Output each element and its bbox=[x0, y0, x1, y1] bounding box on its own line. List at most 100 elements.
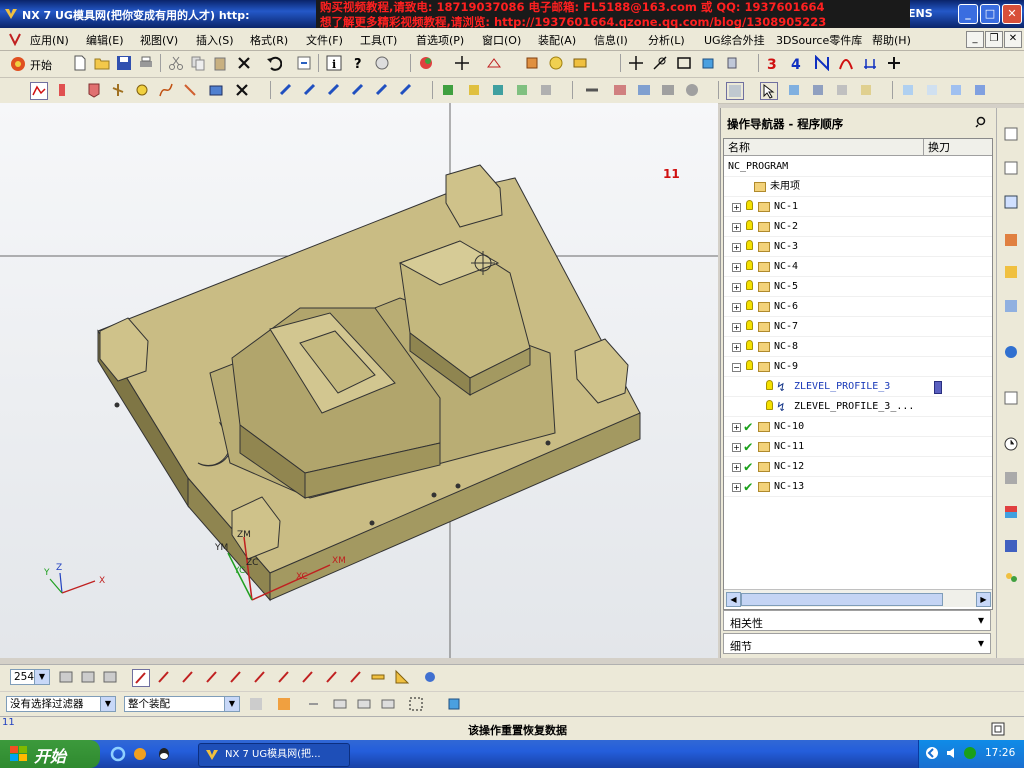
copy-to-layer-icon[interactable] bbox=[102, 669, 118, 685]
menu-window[interactable]: 窗口(O) bbox=[482, 32, 521, 48]
help-icon[interactable]: ? bbox=[352, 55, 368, 71]
program-view-icon[interactable] bbox=[612, 82, 628, 98]
expand-icon[interactable]: + bbox=[732, 343, 741, 352]
dimension-icon[interactable] bbox=[862, 55, 878, 71]
method-view-icon[interactable] bbox=[684, 82, 700, 98]
tool-view-icon[interactable] bbox=[636, 82, 652, 98]
windows-start-button[interactable]: 开始 bbox=[0, 740, 100, 768]
browser-icon[interactable] bbox=[132, 746, 148, 762]
details-panel-header[interactable]: 细节 ▾ bbox=[723, 633, 991, 654]
machine-tool-icon[interactable] bbox=[584, 82, 600, 98]
fit-window-icon[interactable] bbox=[990, 721, 1006, 737]
pan-view-icon[interactable] bbox=[972, 82, 988, 98]
expand-icon[interactable]: + bbox=[732, 463, 741, 472]
zoom-combo[interactable]: 254 ▼ bbox=[10, 669, 50, 685]
expand-icon[interactable]: + bbox=[732, 303, 741, 312]
undo-selection-icon[interactable] bbox=[306, 696, 322, 712]
select-edge-icon[interactable] bbox=[380, 696, 396, 712]
tree-row[interactable]: + NC-2 bbox=[724, 217, 992, 237]
delete-icon[interactable] bbox=[236, 55, 252, 71]
pin-icon[interactable] bbox=[975, 116, 987, 128]
transform-object-icon[interactable] bbox=[374, 82, 390, 98]
shaded-icon[interactable] bbox=[858, 82, 874, 98]
snap-intersect-icon[interactable] bbox=[276, 669, 292, 685]
scroll-left-button[interactable]: ◀ bbox=[726, 592, 741, 607]
expand-icon[interactable]: + bbox=[732, 423, 741, 432]
tool-holder-icon[interactable] bbox=[786, 82, 802, 98]
close-button[interactable]: ✕ bbox=[1002, 4, 1022, 24]
expand-icon[interactable]: + bbox=[732, 443, 741, 452]
arc-icon[interactable] bbox=[652, 55, 668, 71]
process-studio-icon[interactable] bbox=[1003, 538, 1019, 554]
start-menu-button[interactable]: 开始 bbox=[10, 55, 66, 73]
verify-path-icon[interactable] bbox=[208, 82, 224, 98]
fit-view-icon[interactable] bbox=[900, 82, 916, 98]
expand-icon[interactable]: + bbox=[732, 263, 741, 272]
network-icon[interactable] bbox=[963, 746, 977, 760]
select-face-icon[interactable] bbox=[356, 696, 372, 712]
select-feature-icon[interactable] bbox=[132, 669, 150, 687]
part-navigator-icon[interactable] bbox=[1003, 160, 1019, 176]
copy-icon[interactable] bbox=[190, 55, 206, 71]
tree-row[interactable]: + NC-4 bbox=[724, 257, 992, 277]
undo-icon[interactable] bbox=[266, 55, 282, 71]
orient-wcs-icon[interactable] bbox=[422, 669, 438, 685]
create-tool-icon[interactable] bbox=[56, 82, 72, 98]
expand-icon[interactable]: + bbox=[732, 223, 741, 232]
open-folder-icon[interactable] bbox=[94, 55, 110, 71]
expand-icon[interactable]: + bbox=[732, 483, 741, 492]
information-icon[interactable]: i bbox=[326, 55, 342, 71]
tree-row[interactable]: + NC-5 bbox=[724, 277, 992, 297]
create-program-icon[interactable] bbox=[30, 82, 48, 100]
select-arrow-icon[interactable] bbox=[760, 82, 778, 100]
assembly-navigator-icon[interactable] bbox=[1003, 126, 1019, 142]
menu-help[interactable]: 帮助(H) bbox=[872, 32, 911, 48]
delete-object-icon[interactable] bbox=[234, 82, 250, 98]
cylinder-icon[interactable] bbox=[724, 55, 740, 71]
paste-icon[interactable] bbox=[212, 55, 228, 71]
system-materials-icon[interactable] bbox=[1003, 470, 1019, 486]
datum-plane-icon[interactable] bbox=[486, 55, 502, 71]
repeat-command-icon[interactable] bbox=[296, 55, 312, 71]
tree-row[interactable]: + ✔ NC-12 bbox=[724, 457, 992, 477]
menu-insert[interactable]: 插入(S) bbox=[196, 32, 234, 48]
tree-row[interactable]: + NC-3 bbox=[724, 237, 992, 257]
render-style-icon[interactable] bbox=[418, 55, 434, 71]
menu-edit[interactable]: 编辑(E) bbox=[86, 32, 124, 48]
doc-close-button[interactable]: ✕ bbox=[1004, 31, 1022, 48]
volume-icon[interactable] bbox=[945, 746, 959, 760]
tool-path-icon[interactable] bbox=[810, 82, 826, 98]
scroll-thumb[interactable] bbox=[741, 593, 943, 606]
snap-point-icon[interactable] bbox=[156, 669, 172, 685]
tree-row[interactable]: + NC-8 bbox=[724, 337, 992, 357]
tree-row[interactable]: + ✔ NC-13 bbox=[724, 477, 992, 497]
graphics-viewport[interactable]: 11 ZM YM YC ZC XM XC Y Z X bbox=[0, 103, 718, 658]
create-method-icon[interactable] bbox=[110, 82, 126, 98]
snap-view-icon[interactable] bbox=[374, 55, 390, 71]
line-icon[interactable] bbox=[628, 55, 644, 71]
tray-back-icon[interactable] bbox=[925, 746, 939, 760]
menu-tools[interactable]: 工具(T) bbox=[360, 32, 397, 48]
create-operation-icon[interactable] bbox=[134, 82, 150, 98]
menu-3dsource[interactable]: 3DSource零件库 bbox=[776, 32, 862, 48]
select-part-icon[interactable] bbox=[446, 696, 462, 712]
generate-path-icon[interactable] bbox=[158, 82, 174, 98]
navigator-tree[interactable]: 名称 换刀 NC_PROGRAM 未用项 + NC-1 + NC-2 + NC-3 + NC-4 +… bbox=[723, 138, 993, 610]
geometry-view-icon[interactable] bbox=[660, 82, 676, 98]
dependencies-panel-header[interactable]: 相关性 ▾ bbox=[723, 610, 991, 631]
post-process-icon[interactable] bbox=[440, 82, 456, 98]
snap-curve-icon[interactable] bbox=[348, 669, 364, 685]
process-navigator-icon[interactable] bbox=[1003, 298, 1019, 314]
copy-object-icon[interactable] bbox=[326, 82, 342, 98]
menu-application[interactable]: 应用(N) bbox=[30, 32, 69, 48]
maximize-button[interactable]: □ bbox=[980, 4, 1000, 24]
save-icon[interactable] bbox=[116, 55, 132, 71]
menu-view[interactable]: 视图(V) bbox=[140, 32, 178, 48]
cut-icon[interactable] bbox=[168, 55, 184, 71]
print-icon[interactable] bbox=[138, 55, 154, 71]
scroll-right-button[interactable]: ▶ bbox=[976, 592, 991, 607]
menu-analysis[interactable]: 分析(L) bbox=[648, 32, 685, 48]
curve-icon[interactable] bbox=[838, 55, 854, 71]
reuse-library-icon[interactable] bbox=[1003, 232, 1019, 248]
edit-object-icon[interactable] bbox=[278, 82, 294, 98]
